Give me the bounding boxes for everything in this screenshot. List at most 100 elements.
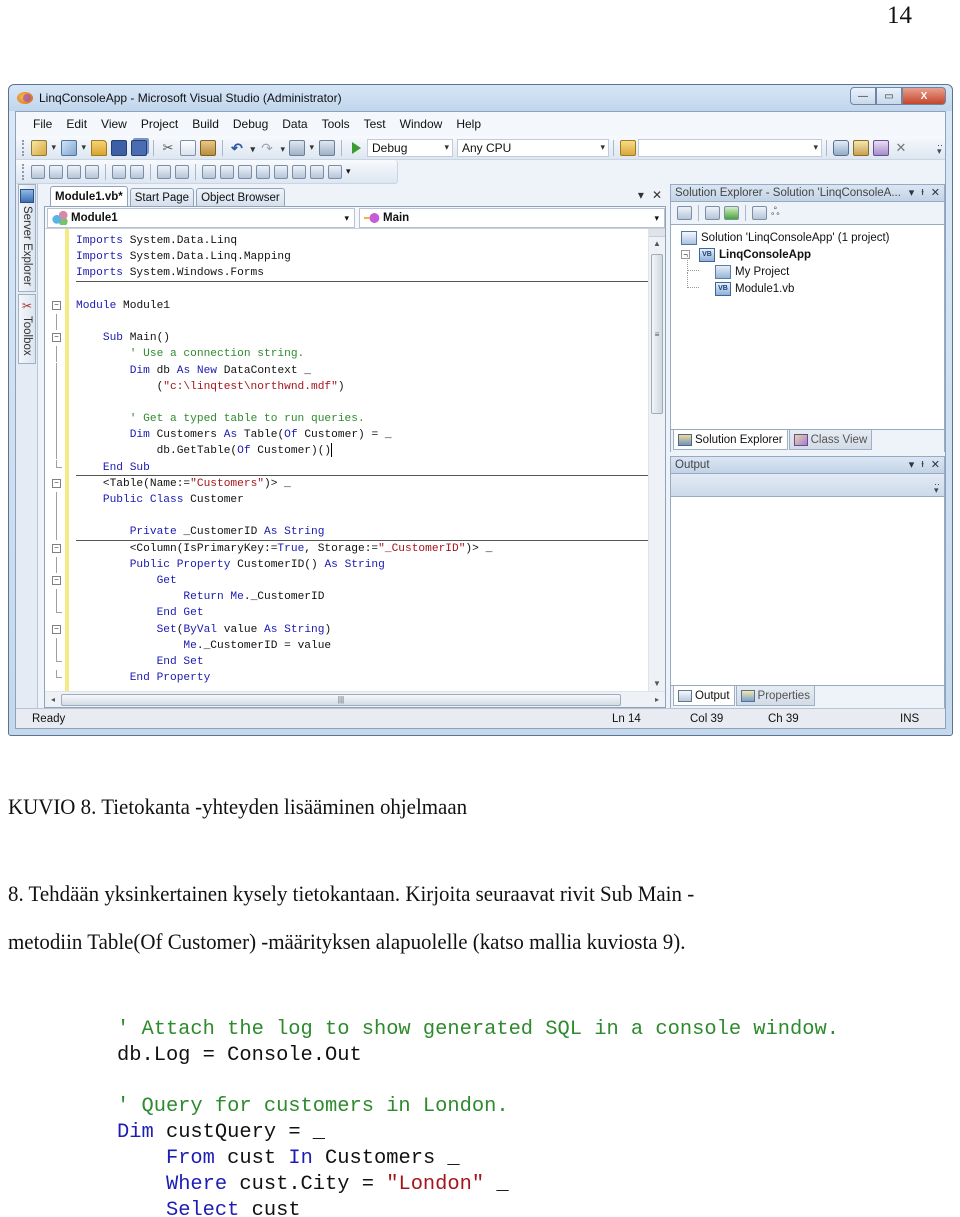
close-document-icon[interactable]: ✕ (652, 188, 662, 202)
menu-edit[interactable]: Edit (59, 117, 94, 131)
uncomment-lines-icon[interactable] (175, 164, 189, 179)
window-position-icon[interactable]: ▾ (909, 458, 915, 471)
object-browser-icon[interactable] (873, 139, 889, 156)
tree-item-solution-linqconsoleapp-1-project[interactable]: Solution 'LinqConsoleApp' (1 project) (671, 229, 944, 246)
toolbox-tab[interactable]: ✂ Toolbox (18, 294, 36, 364)
solution-configuration-select[interactable]: Debug ▾ (367, 138, 453, 157)
tab-object-browser[interactable]: Object Browser (196, 188, 285, 206)
menu-view[interactable]: View (94, 117, 134, 131)
increase-indent-icon[interactable] (130, 164, 144, 179)
server-explorer-tab[interactable]: Server Explorer (18, 184, 36, 292)
scroll-down-icon[interactable]: ▼ (649, 677, 665, 691)
previous-bookmark-document-icon[interactable] (292, 164, 306, 179)
class-name-select[interactable]: Module1 ▾ (47, 208, 355, 228)
output-title-bar[interactable]: Output ▾ ᵻ ✕ (670, 456, 945, 474)
toolbox-icon[interactable]: ✕ (893, 140, 909, 156)
save-icon[interactable] (111, 139, 127, 156)
navigate-backward-icon[interactable] (289, 139, 314, 156)
find-combo[interactable]: ▾ (638, 138, 822, 157)
copy-icon[interactable] (180, 139, 196, 156)
redo-icon[interactable]: ↷ (259, 140, 285, 157)
active-files-dropdown-icon[interactable]: ▾ (638, 188, 644, 202)
tab-module1-vb[interactable]: Module1.vb* (50, 186, 128, 206)
collapse-region-icon[interactable]: − (52, 624, 61, 634)
clear-bookmarks-icon[interactable] (328, 164, 342, 179)
close-panel-icon[interactable]: ✕ (931, 186, 940, 199)
view-class-diagram-icon[interactable]: ஃ (771, 206, 786, 220)
minimize-button[interactable]: — (850, 87, 876, 105)
collapse-region-icon[interactable]: − (52, 543, 61, 553)
solution-platform-select[interactable]: Any CPU ▾ (457, 138, 609, 157)
properties-icon[interactable] (677, 206, 692, 220)
solution-explorer-icon[interactable] (833, 139, 849, 156)
show-all-files-icon[interactable] (705, 206, 720, 220)
horizontal-scroll-thumb[interactable]: ||| (61, 693, 621, 706)
vertical-scrollbar[interactable]: ▲ ≡ ▼ (648, 229, 665, 691)
next-bookmark-folder-icon[interactable] (274, 164, 288, 179)
collapse-region-icon[interactable]: − (52, 300, 61, 310)
decrease-indent-icon[interactable] (112, 164, 126, 179)
scroll-left-icon[interactable]: ◂ (45, 695, 61, 704)
title-bar[interactable]: LinqConsoleApp - Microsoft Visual Studio… (9, 85, 952, 111)
window-position-icon[interactable]: ▾ (909, 186, 915, 199)
complete-word-icon[interactable] (85, 164, 99, 179)
undo-icon[interactable]: ↶ (229, 140, 255, 157)
close-panel-icon[interactable]: ✕ (931, 458, 940, 471)
collapse-region-icon[interactable]: − (52, 575, 61, 585)
tab-start-page[interactable]: Start Page (129, 188, 195, 206)
toolbar-overflow-icon[interactable]: ‥ ▾ (937, 139, 943, 156)
pin-icon[interactable]: ᵻ (921, 458, 923, 471)
menu-help[interactable]: Help (449, 117, 488, 131)
paste-icon[interactable] (200, 139, 216, 156)
tree-item-module1-vb[interactable]: VB Module1.vb (671, 272, 944, 297)
vertical-scroll-thumb[interactable]: ≡ (651, 254, 663, 414)
toolbar-overflow-icon[interactable]: ▾ (346, 166, 351, 177)
menu-data[interactable]: Data (275, 117, 314, 131)
start-debugging-icon[interactable] (352, 141, 361, 154)
quick-info-icon[interactable] (67, 164, 81, 179)
solution-explorer-title-bar[interactable]: Solution Explorer - Solution 'LinqConsol… (670, 184, 945, 202)
collapse-region-icon[interactable]: − (52, 478, 61, 488)
toggle-bookmark-icon[interactable] (202, 164, 216, 179)
comment-lines-icon[interactable] (157, 164, 171, 179)
maximize-button[interactable]: ▭ (876, 87, 902, 105)
cut-icon[interactable]: ✂ (160, 140, 176, 156)
display-object-member-list-icon[interactable] (31, 164, 45, 179)
tree-item-my-project[interactable]: My Project (671, 255, 944, 280)
save-all-icon[interactable] (131, 139, 147, 156)
pin-icon[interactable]: ᵻ (921, 186, 923, 199)
parameter-info-icon[interactable] (49, 164, 63, 179)
collapse-region-icon[interactable]: − (52, 333, 61, 343)
horizontal-scrollbar[interactable]: ◂ ||| ▸ (45, 691, 665, 707)
tab-properties[interactable]: Properties (735, 686, 815, 706)
new-project-icon[interactable] (31, 139, 56, 156)
tab-solution-explorer[interactable]: Solution Explorer (673, 430, 788, 450)
toolbar-grip[interactable] (22, 163, 25, 180)
scroll-right-icon[interactable]: ▸ (649, 695, 665, 704)
menu-window[interactable]: Window (393, 117, 450, 131)
view-code-icon[interactable] (752, 206, 767, 220)
scroll-up-icon[interactable]: ▲ (649, 237, 665, 251)
toolbar-grip[interactable] (22, 139, 25, 156)
menu-test[interactable]: Test (357, 117, 393, 131)
find-in-files-icon[interactable] (620, 139, 636, 156)
properties-window-icon[interactable] (853, 139, 869, 156)
splitter-handle[interactable] (649, 229, 665, 237)
navigate-forward-icon[interactable] (319, 139, 335, 156)
add-item-icon[interactable] (61, 139, 86, 156)
menu-build[interactable]: Build (185, 117, 226, 131)
close-button[interactable]: X (902, 87, 946, 105)
open-file-icon[interactable] (91, 139, 107, 156)
next-bookmark-document-icon[interactable] (310, 164, 324, 179)
tree-item-linqconsoleapp[interactable]: − VB LinqConsoleApp (671, 246, 944, 263)
previous-bookmark-icon[interactable] (220, 164, 234, 179)
menu-debug[interactable]: Debug (226, 117, 275, 131)
menu-file[interactable]: File (26, 117, 59, 131)
method-name-select[interactable]: Main ▾ (359, 208, 665, 228)
toolbar-overflow-icon[interactable]: ‥ ▾ (934, 478, 940, 495)
code-text-area[interactable]: Imports System.Data.Linq Imports System.D… (45, 229, 648, 691)
menu-tools[interactable]: Tools (315, 117, 357, 131)
tab-class-view[interactable]: Class View (788, 430, 873, 450)
next-bookmark-icon[interactable] (238, 164, 252, 179)
output-text-area[interactable] (670, 496, 945, 686)
